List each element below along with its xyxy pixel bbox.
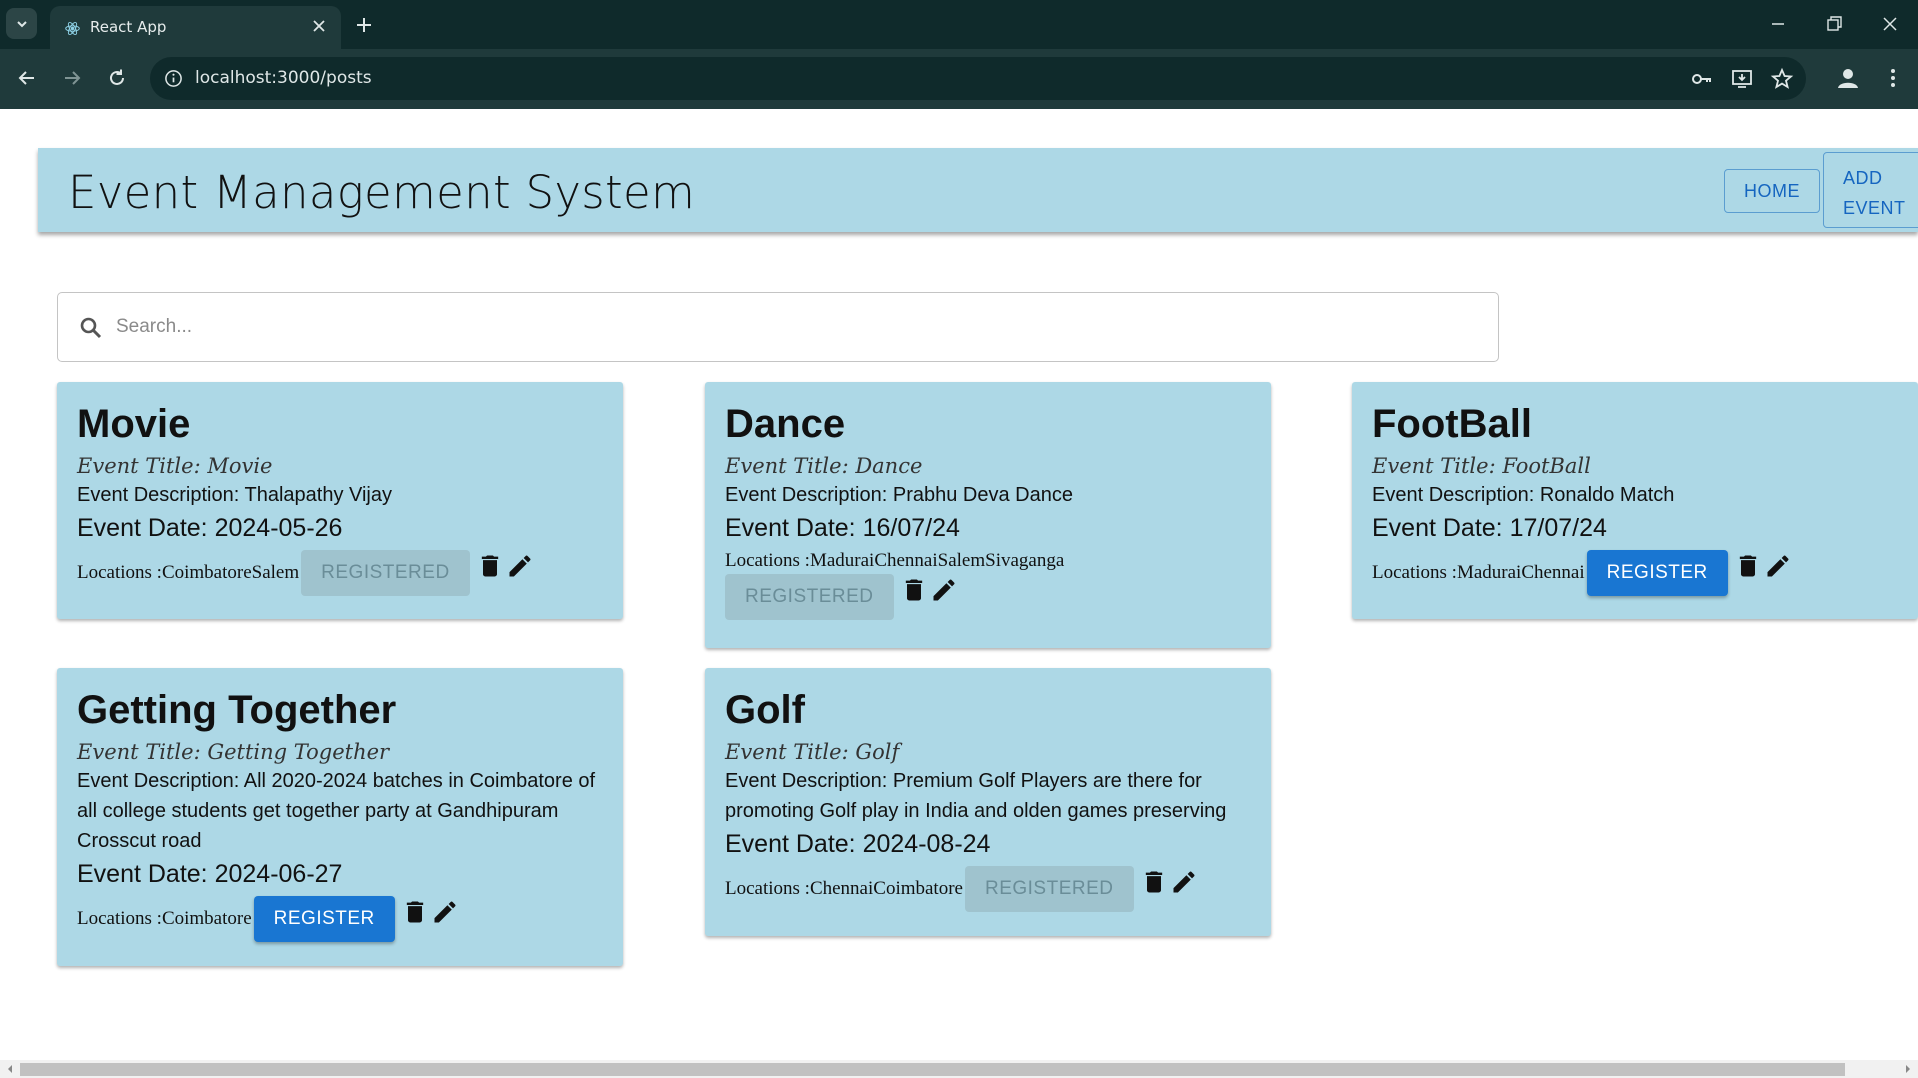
registered-button[interactable]: REGISTERED bbox=[725, 574, 894, 620]
event-locations: Locations :MaduraiChennai bbox=[1372, 562, 1585, 583]
registered-button[interactable]: REGISTERED bbox=[301, 550, 470, 596]
scroll-right-icon[interactable] bbox=[1903, 1064, 1913, 1074]
event-heading: Golf bbox=[725, 688, 805, 732]
event-heading: FootBall bbox=[1372, 402, 1532, 446]
arrow-left-icon bbox=[18, 71, 34, 85]
react-logo-icon bbox=[65, 21, 80, 36]
event-card: Dance Event Title: Dance Event Descripti… bbox=[705, 382, 1271, 648]
restore-icon[interactable] bbox=[1822, 12, 1846, 36]
app-header: Event Management System HOME ADD EVENT bbox=[38, 148, 1918, 232]
event-heading: Dance bbox=[725, 402, 846, 446]
search-box[interactable] bbox=[57, 292, 1499, 362]
reload-icon bbox=[110, 69, 124, 85]
back-button[interactable] bbox=[12, 63, 42, 93]
event-locations: Locations :CoimbatoreSalem bbox=[77, 562, 300, 583]
tab-title: React App bbox=[90, 18, 167, 36]
event-date: Event Date: 17/07/24 bbox=[1372, 514, 1607, 542]
event-title: Event Title: Golf bbox=[725, 740, 900, 764]
edit-icon[interactable] bbox=[506, 552, 534, 580]
more-menu-icon[interactable] bbox=[1880, 65, 1906, 91]
delete-icon[interactable] bbox=[1140, 868, 1168, 896]
browser-toolbar: localhost:3000/posts bbox=[0, 49, 1918, 109]
home-button[interactable]: HOME bbox=[1724, 169, 1820, 213]
event-description: Event Description: All 2020-2024 batches… bbox=[77, 770, 596, 852]
close-icon[interactable] bbox=[311, 18, 327, 34]
star-icon[interactable] bbox=[1770, 67, 1794, 91]
registered-button[interactable]: REGISTERED bbox=[964, 866, 1134, 912]
horizontal-scrollbar[interactable] bbox=[0, 1060, 1918, 1078]
event-locations: Locations :Coimbatore bbox=[77, 908, 252, 929]
browser-tabstrip: React App bbox=[0, 0, 1918, 49]
event-title: Event Title: Getting Together bbox=[77, 740, 390, 764]
new-tab-icon[interactable] bbox=[352, 13, 376, 37]
event-description: Event Description: Thalapathy Vijay bbox=[77, 484, 392, 506]
event-title: Event Title: Dance bbox=[725, 454, 923, 478]
event-title: Event Title: FootBall bbox=[1372, 454, 1591, 478]
info-icon[interactable] bbox=[164, 69, 183, 88]
add-event-button[interactable]: ADD EVENT bbox=[1823, 152, 1918, 228]
delete-icon[interactable] bbox=[401, 898, 429, 926]
event-description: Event Description: Ronaldo Match bbox=[1372, 484, 1675, 506]
event-date: Event Date: 16/07/24 bbox=[725, 514, 960, 542]
event-heading: Getting Together bbox=[77, 688, 397, 732]
event-locations: Locations :MaduraiChennaiSalemSivaganga bbox=[725, 550, 1065, 571]
event-card: FootBall Event Title: FootBall Event Des… bbox=[1352, 382, 1918, 619]
scrollbar-thumb[interactable] bbox=[20, 1063, 1845, 1076]
event-card: Movie Event Title: Movie Event Descripti… bbox=[57, 382, 623, 619]
delete-icon[interactable] bbox=[1734, 552, 1762, 580]
delete-icon[interactable] bbox=[900, 576, 928, 604]
add-event-label-line1: ADD bbox=[1843, 168, 1883, 188]
url-text[interactable]: localhost:3000/posts bbox=[195, 68, 372, 88]
event-date: Event Date: 2024-05-26 bbox=[77, 514, 343, 542]
browser-tab[interactable]: React App bbox=[50, 6, 341, 49]
event-card: Golf Event Title: Golf Event Description… bbox=[705, 668, 1271, 936]
register-button[interactable]: REGISTER bbox=[1586, 550, 1728, 596]
page-title: Event Management System bbox=[68, 166, 696, 219]
address-bar[interactable]: localhost:3000/posts bbox=[150, 57, 1806, 100]
arrow-right-icon bbox=[65, 71, 81, 85]
minimize-icon[interactable] bbox=[1766, 12, 1790, 36]
event-heading: Movie bbox=[77, 402, 191, 446]
search-input[interactable] bbox=[116, 303, 1476, 351]
reload-button[interactable] bbox=[102, 63, 132, 93]
edit-icon[interactable] bbox=[1764, 552, 1792, 580]
forward-button[interactable] bbox=[57, 63, 87, 93]
event-date: Event Date: 2024-06-27 bbox=[77, 860, 343, 888]
register-button[interactable]: REGISTER bbox=[253, 896, 395, 942]
search-icon bbox=[80, 317, 102, 339]
event-title: Event Title: Movie bbox=[77, 454, 273, 478]
edit-icon[interactable] bbox=[431, 898, 459, 926]
install-app-icon[interactable] bbox=[1730, 67, 1754, 91]
chevron-down-icon bbox=[16, 20, 27, 27]
event-description: Event Description: Premium Golf Players … bbox=[725, 770, 1227, 822]
event-locations: Locations :ChennaiCoimbatore bbox=[725, 878, 963, 899]
event-date: Event Date: 2024-08-24 bbox=[725, 830, 991, 858]
tab-search-button[interactable] bbox=[6, 8, 37, 39]
event-card: Getting Together Event Title: Getting To… bbox=[57, 668, 623, 966]
event-description: Event Description: Prabhu Deva Dance bbox=[725, 484, 1073, 506]
profile-icon[interactable] bbox=[1835, 65, 1861, 91]
window-close-icon[interactable] bbox=[1878, 12, 1902, 36]
key-icon[interactable] bbox=[1690, 67, 1714, 91]
add-event-label-line2: EVENT bbox=[1843, 198, 1906, 218]
scroll-left-icon[interactable] bbox=[5, 1064, 15, 1074]
edit-icon[interactable] bbox=[930, 576, 958, 604]
edit-icon[interactable] bbox=[1170, 868, 1198, 896]
delete-icon[interactable] bbox=[476, 552, 504, 580]
